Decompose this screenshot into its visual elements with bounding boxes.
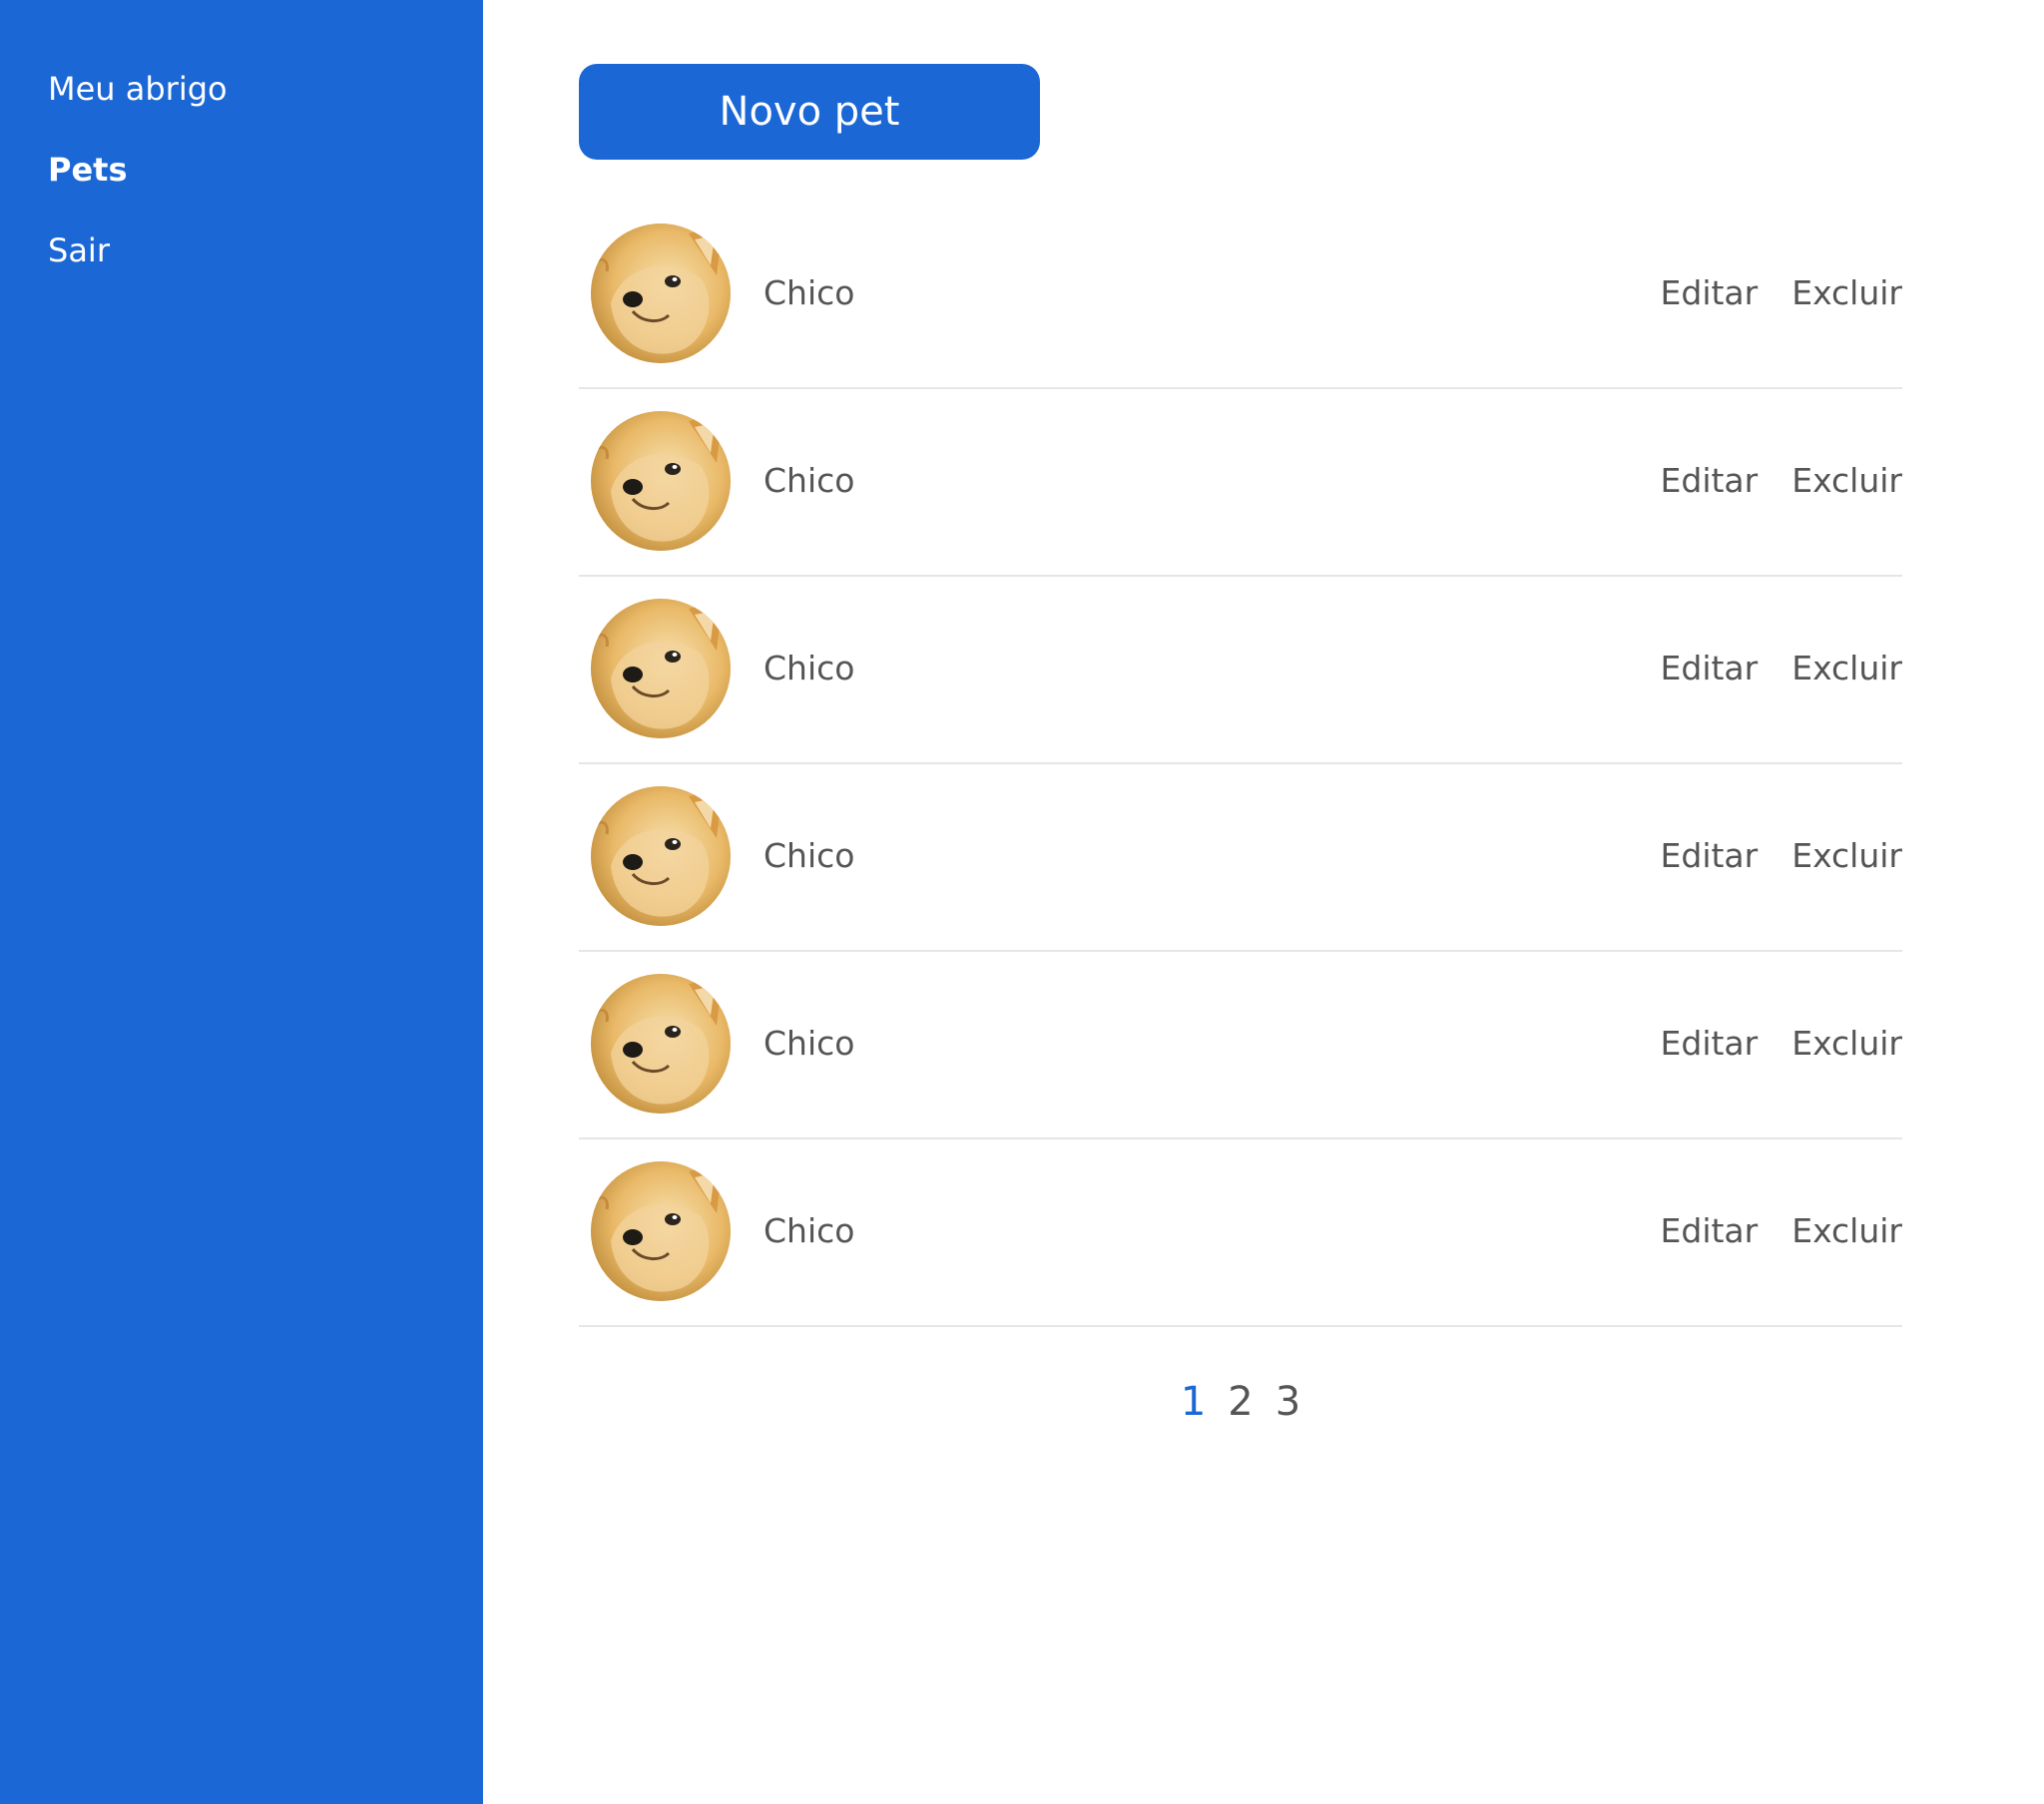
- pet-name: Chico: [764, 1211, 855, 1250]
- pet-row: Chico Editar Excluir: [579, 764, 1902, 952]
- edit-pet-link[interactable]: Editar: [1661, 836, 1759, 876]
- pet-actions: Editar Excluir: [1661, 836, 1902, 876]
- shiba-dog-photo-icon: [591, 411, 731, 551]
- shiba-dog-photo-icon: [591, 974, 731, 1114]
- pet-avatar-icon: [591, 224, 731, 363]
- pet-name: Chico: [764, 273, 855, 312]
- pet-row: Chico Editar Excluir: [579, 389, 1902, 577]
- pet-name: Chico: [764, 836, 855, 875]
- pagination: 123: [579, 1377, 1902, 1427]
- pet-actions: Editar Excluir: [1661, 649, 1902, 688]
- sidebar-item-pets[interactable]: Pets: [48, 150, 128, 190]
- pet-avatar-icon: [591, 786, 731, 926]
- pet-actions: Editar Excluir: [1661, 1024, 1902, 1064]
- pet-row: Chico Editar Excluir: [579, 577, 1902, 764]
- pet-list: Chico Editar Excluir Chico Editar Exclui…: [579, 202, 1902, 1327]
- shiba-dog-photo-icon: [591, 786, 731, 926]
- shiba-dog-photo-icon: [591, 1161, 731, 1301]
- pet-avatar-icon: [591, 411, 731, 551]
- pet-name: Chico: [764, 649, 855, 687]
- delete-pet-link[interactable]: Excluir: [1791, 273, 1902, 313]
- delete-pet-link[interactable]: Excluir: [1791, 1024, 1902, 1064]
- pet-avatar-icon: [591, 599, 731, 738]
- delete-pet-link[interactable]: Excluir: [1791, 836, 1902, 876]
- sidebar-item-sair[interactable]: Sair: [48, 230, 110, 270]
- delete-pet-link[interactable]: Excluir: [1791, 461, 1902, 501]
- pet-avatar-icon: [591, 1161, 731, 1301]
- shiba-dog-photo-icon: [591, 599, 731, 738]
- main-content: Novo pet Chico Editar Excluir Chico Edit…: [483, 0, 2044, 1804]
- sidebar: Meu abrigo Pets Sair: [0, 0, 483, 1804]
- pet-actions: Editar Excluir: [1661, 273, 1902, 313]
- page-link-3[interactable]: 3: [1276, 1377, 1300, 1427]
- edit-pet-link[interactable]: Editar: [1661, 649, 1759, 688]
- page-link-2[interactable]: 2: [1228, 1377, 1253, 1427]
- sidebar-item-meu-abrigo[interactable]: Meu abrigo: [48, 69, 228, 109]
- pet-name: Chico: [764, 461, 855, 500]
- edit-pet-link[interactable]: Editar: [1661, 461, 1759, 501]
- delete-pet-link[interactable]: Excluir: [1791, 649, 1902, 688]
- shiba-dog-photo-icon: [591, 224, 731, 363]
- pet-row: Chico Editar Excluir: [579, 952, 1902, 1139]
- pet-name: Chico: [764, 1024, 855, 1063]
- new-pet-button[interactable]: Novo pet: [579, 64, 1040, 160]
- page-link-1[interactable]: 1: [1181, 1377, 1206, 1427]
- edit-pet-link[interactable]: Editar: [1661, 1024, 1759, 1064]
- pet-actions: Editar Excluir: [1661, 461, 1902, 501]
- pet-row: Chico Editar Excluir: [579, 1139, 1902, 1327]
- pet-actions: Editar Excluir: [1661, 1211, 1902, 1251]
- delete-pet-link[interactable]: Excluir: [1791, 1211, 1902, 1251]
- edit-pet-link[interactable]: Editar: [1661, 273, 1759, 313]
- edit-pet-link[interactable]: Editar: [1661, 1211, 1759, 1251]
- pet-avatar-icon: [591, 974, 731, 1114]
- pet-row: Chico Editar Excluir: [579, 202, 1902, 389]
